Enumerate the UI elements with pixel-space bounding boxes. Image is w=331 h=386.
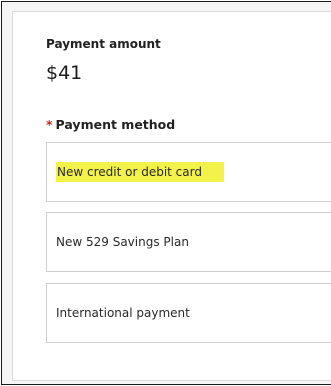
payment-method-label-text: Payment method bbox=[55, 117, 176, 132]
required-marker: * bbox=[46, 117, 53, 132]
payment-amount-value: $41 bbox=[46, 62, 83, 84]
payment-option-label: International payment bbox=[56, 306, 190, 320]
payment-amount-label: Payment amount bbox=[46, 37, 161, 51]
payment-option-529-savings-plan[interactable]: New 529 Savings Plan bbox=[46, 212, 331, 272]
payment-option-label: New 529 Savings Plan bbox=[56, 235, 189, 249]
payment-option-credit-card[interactable]: New credit or debit card bbox=[46, 142, 331, 202]
payment-option-international[interactable]: International payment bbox=[46, 283, 331, 343]
payment-method-label: * Payment method bbox=[46, 117, 175, 132]
payment-option-label: New credit or debit card bbox=[56, 162, 224, 182]
